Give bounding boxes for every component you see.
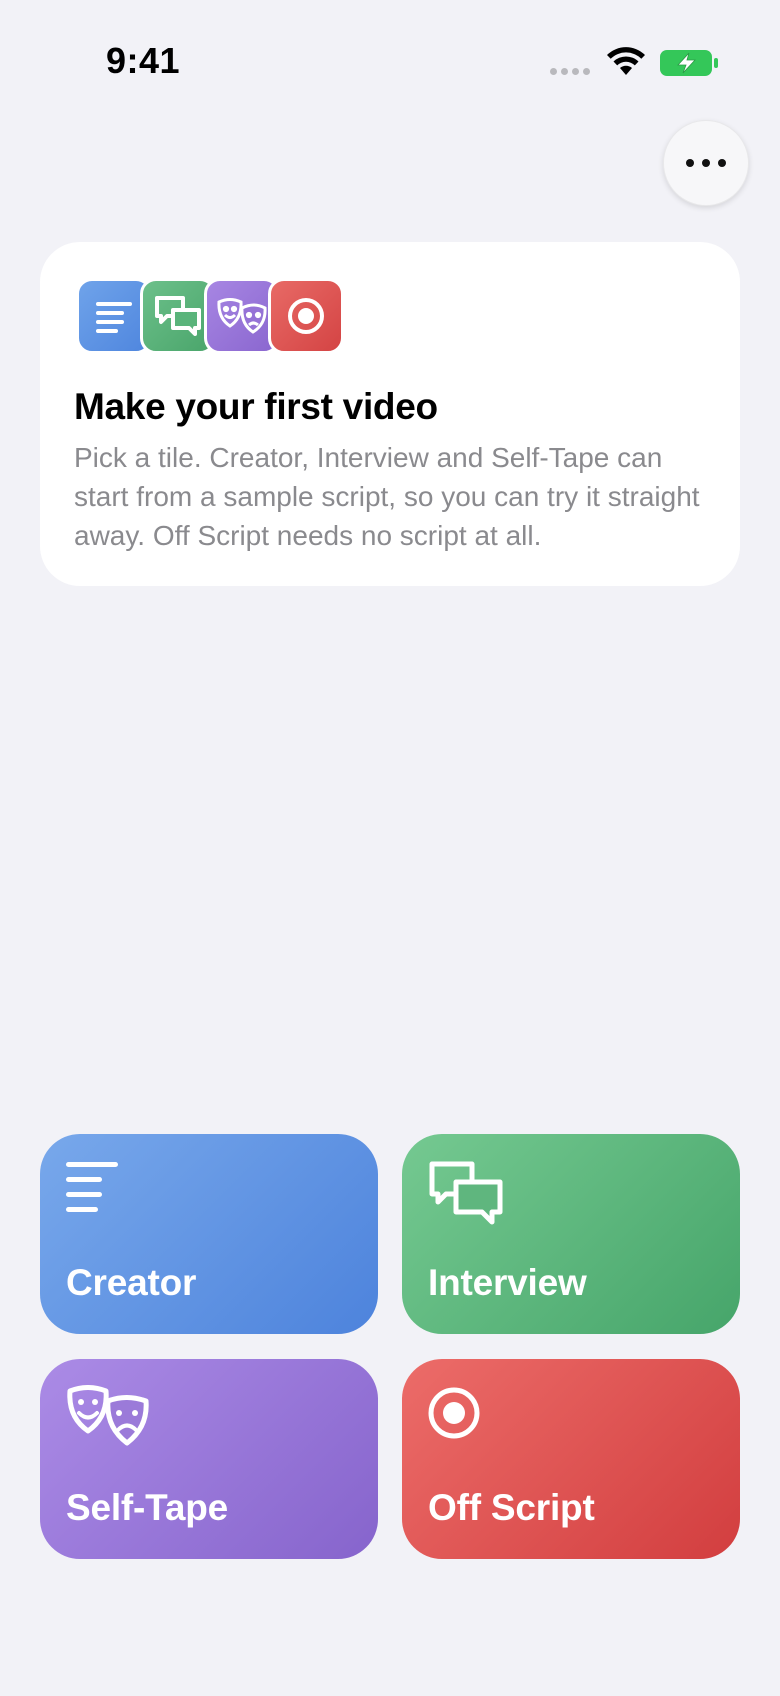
self-tape-tile[interactable]: Self-Tape — [40, 1359, 378, 1559]
ellipsis-icon — [686, 159, 694, 167]
interview-tile[interactable]: Interview — [402, 1134, 740, 1334]
off-script-tile[interactable]: Off Script — [402, 1359, 740, 1559]
creator-tile[interactable]: Creator — [40, 1134, 378, 1334]
record-icon — [268, 278, 344, 354]
more-options-button[interactable] — [663, 120, 749, 206]
status-time: 9:41 — [106, 40, 181, 81]
intro-card: Make your first video Pick a tile. Creat… — [40, 242, 740, 586]
intro-title: Make your first video — [74, 386, 438, 427]
interview-tile-label: Interview — [428, 1262, 587, 1303]
theater-masks-icon — [67, 1385, 149, 1446]
self-tape-tile-label: Self-Tape — [66, 1487, 228, 1528]
cellular-signal-icon — [550, 68, 590, 75]
battery-charging-icon — [660, 50, 718, 76]
home-screen: 9:41 Make your first video Pick a tile. … — [0, 0, 780, 1696]
off-script-tile-label: Off Script — [428, 1487, 595, 1528]
status-indicators — [550, 44, 720, 80]
speech-bubbles-icon — [429, 1161, 503, 1225]
text-lines-icon — [66, 1162, 118, 1212]
creator-tile-label: Creator — [66, 1262, 197, 1303]
intro-body: Pick a tile. Creator, Interview and Self… — [74, 442, 700, 551]
wifi-icon — [607, 47, 645, 75]
mini-tile-icons — [76, 278, 396, 356]
record-icon — [428, 1387, 480, 1439]
